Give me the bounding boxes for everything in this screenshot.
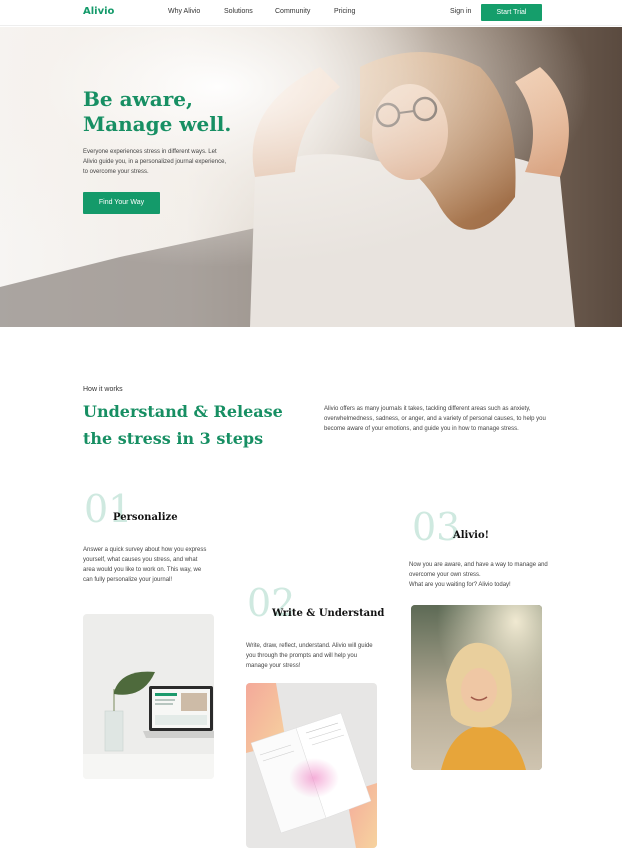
step-1-text: Answer a quick survey about how you expr… xyxy=(83,547,207,583)
step-3-text-line-2: What are you waiting for? Alivio today! xyxy=(409,582,511,588)
step-2-image xyxy=(246,683,377,848)
journal-illustration xyxy=(246,683,377,848)
step-3-text: Now you are aware, and have a way to man… xyxy=(409,560,551,590)
sign-in-link[interactable]: Sign in xyxy=(450,8,471,15)
nav-link-why-alivio[interactable]: Why Alivio xyxy=(168,8,200,15)
step-1-image xyxy=(83,614,214,779)
laptop-plant-illustration xyxy=(83,671,214,779)
hero-subtitle: Everyone experiences stress in different… xyxy=(83,149,227,175)
hero-title: Be aware, Manage well. xyxy=(83,87,231,137)
find-your-way-button[interactable]: Find Your Way xyxy=(83,192,160,214)
step-1-title: Personalize xyxy=(113,512,178,523)
step-3-image xyxy=(411,605,542,770)
how-title-line-1: Understand & Release xyxy=(83,402,283,421)
step-2-title: Write & Understand xyxy=(272,608,385,619)
logo[interactable]: Alivio xyxy=(83,6,114,17)
hero-section: Be aware, Manage well. Everyone experien… xyxy=(0,27,622,327)
how-it-works-description: Alivio offers as many journals it takes,… xyxy=(324,406,546,432)
hero-title-line-2: Manage well. xyxy=(83,112,232,136)
nav-link-solutions[interactable]: Solutions xyxy=(224,8,253,15)
start-trial-button[interactable]: Start Trial xyxy=(481,4,542,21)
step-3-title: Alivio! xyxy=(453,530,490,541)
top-nav: Alivio Why Alivio Solutions Community Pr… xyxy=(0,0,622,26)
smiling-woman-photo xyxy=(411,605,542,770)
nav-link-pricing[interactable]: Pricing xyxy=(334,8,355,15)
how-it-works-label: How it works xyxy=(83,386,123,393)
step-2-text: Write, draw, reflect, understand. Alivio… xyxy=(246,643,373,669)
step-3-text-line-1: Now you are aware, and have a way to man… xyxy=(409,562,548,578)
hero-photo xyxy=(0,27,622,327)
hero-title-line-1: Be aware, xyxy=(83,87,193,111)
nav-link-community[interactable]: Community xyxy=(275,8,310,15)
how-title-line-2: the stress in 3 steps xyxy=(83,429,264,448)
how-it-works-title: Understand & Release the stress in 3 ste… xyxy=(83,398,283,452)
